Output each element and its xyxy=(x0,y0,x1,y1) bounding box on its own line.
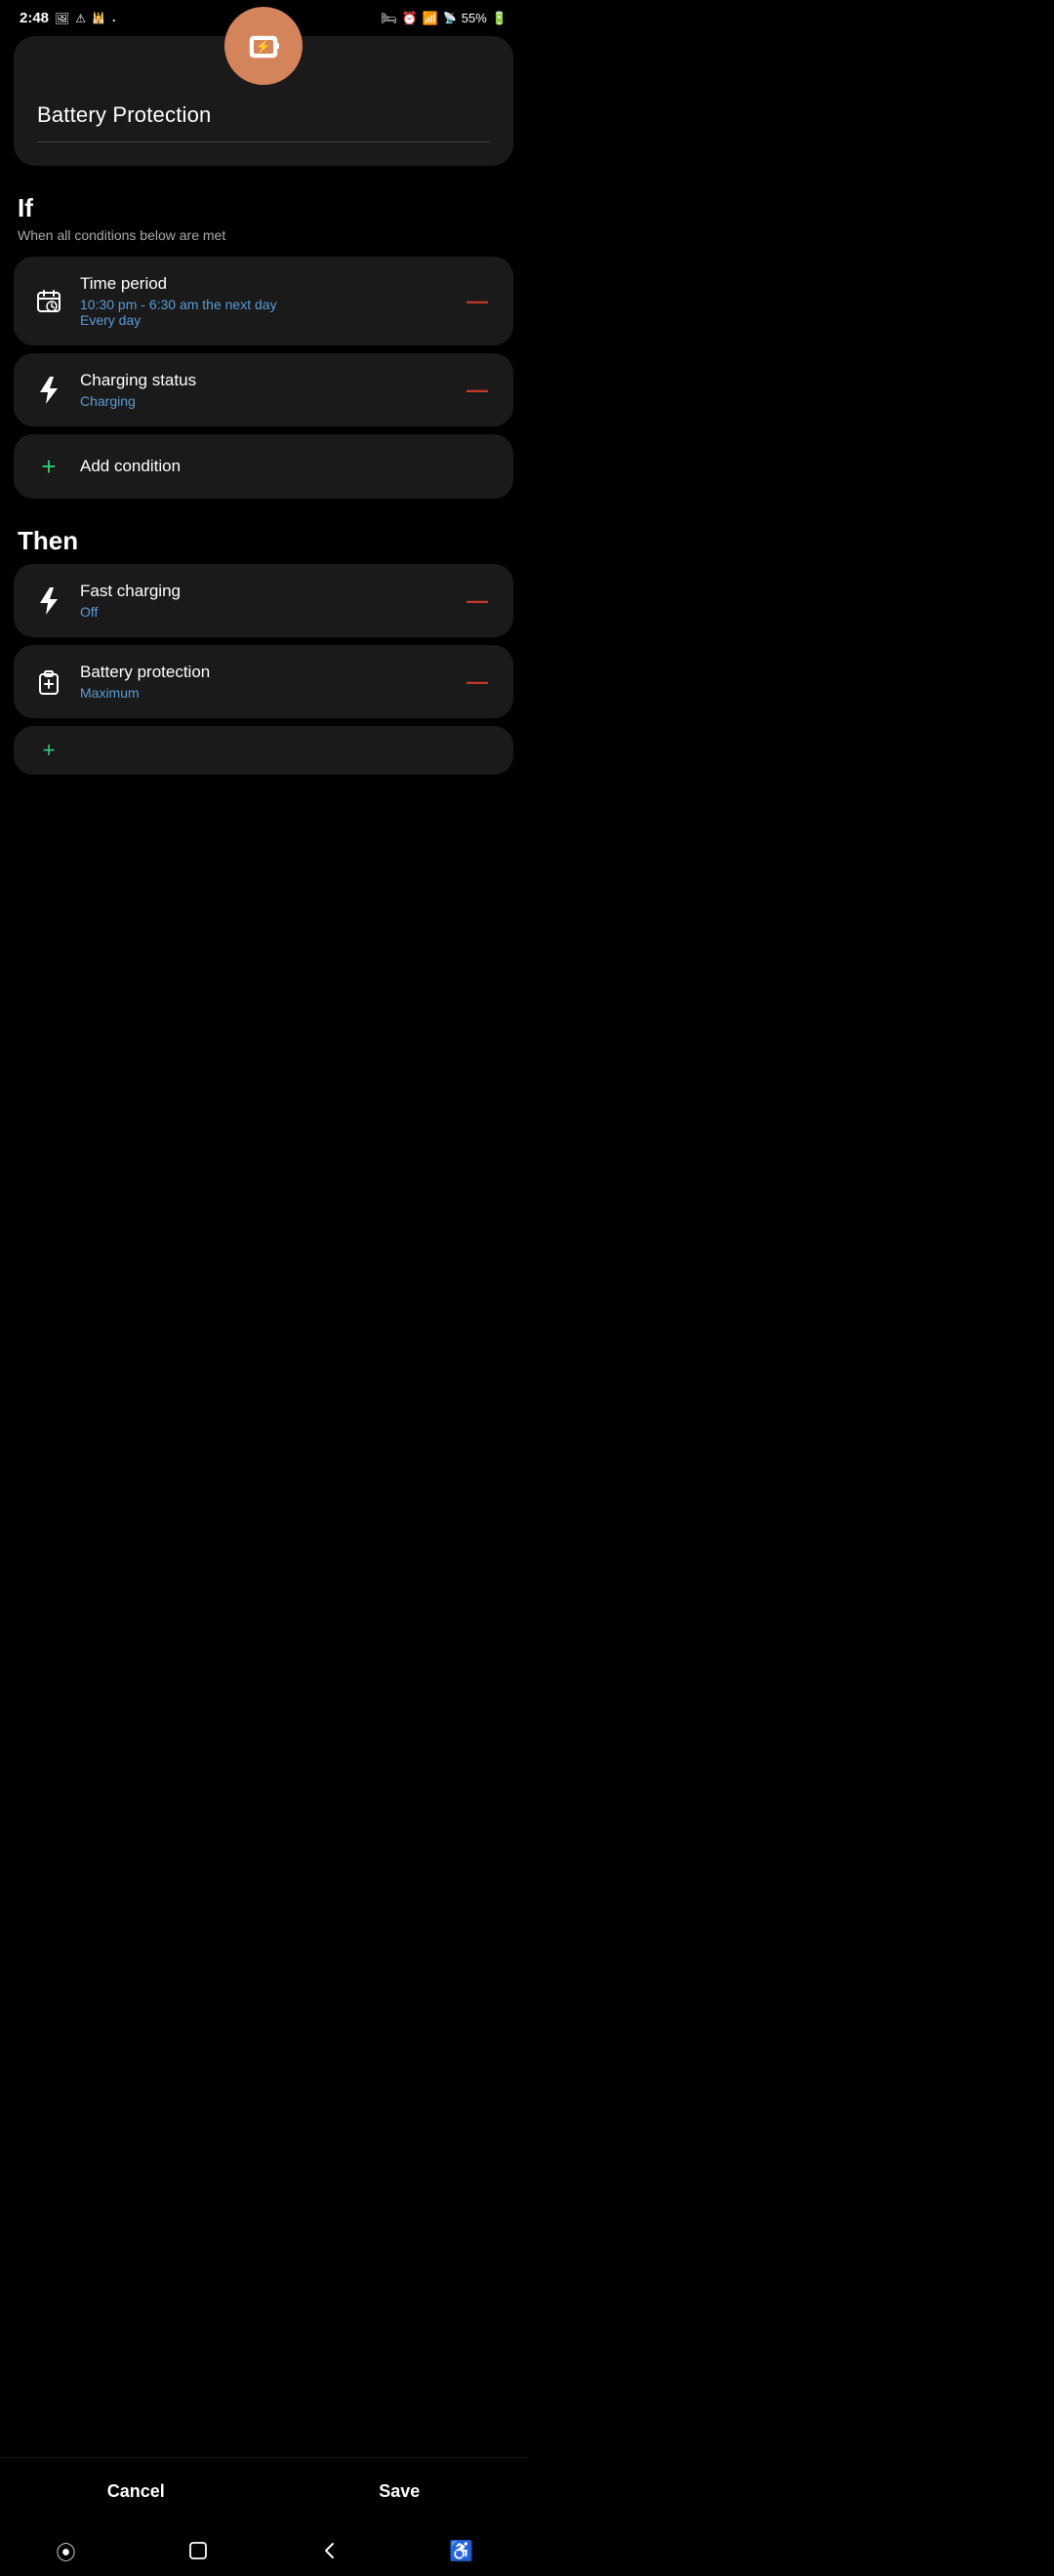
calendar-clock-icon xyxy=(33,289,64,314)
battery-protection-content: Battery protection Maximum xyxy=(80,663,445,701)
back-icon xyxy=(319,2540,341,2561)
time-period-condition[interactable]: Time period 10:30 pm - 6:30 am the next … xyxy=(14,257,513,345)
fast-charging-title: Fast charging xyxy=(80,582,445,601)
charging-status-title: Charging status xyxy=(80,371,445,390)
battery-icon-circle: ⚡ xyxy=(224,7,303,85)
home-button[interactable] xyxy=(174,2531,223,2570)
time-period-value: 10:30 pm - 6:30 am the next day Every da… xyxy=(80,297,445,328)
add-condition-row[interactable]: + Add condition xyxy=(14,434,513,499)
battery-header-icon: ⚡ xyxy=(244,26,283,65)
charging-status-content: Charging status Charging xyxy=(80,371,445,409)
back-button[interactable] xyxy=(305,2531,354,2570)
partial-add-icon: + xyxy=(33,740,64,761)
battery-protect-action-icon xyxy=(33,668,64,696)
time-period-content: Time period 10:30 pm - 6:30 am the next … xyxy=(80,274,445,328)
recent-apps-icon: ⦿ xyxy=(57,2537,76,2565)
fast-charging-content: Fast charging Off xyxy=(80,582,445,620)
svg-text:⚡: ⚡ xyxy=(256,39,271,55)
bottom-action-bar: Cancel Save xyxy=(0,2457,527,2525)
battery-protection-remove-button[interactable]: — xyxy=(461,667,494,697)
if-section-sublabel: When all conditions below are met xyxy=(18,227,509,243)
fast-charging-action[interactable]: Fast charging Off — xyxy=(14,564,513,637)
accessibility-icon: ♿ xyxy=(449,2539,473,2563)
battery-protection-title: Battery protection xyxy=(80,663,445,682)
charging-status-value: Charging xyxy=(80,393,445,409)
charging-status-remove-button[interactable]: — xyxy=(461,376,494,405)
add-condition-label: Add condition xyxy=(80,457,181,476)
if-section-label: If xyxy=(18,193,509,223)
time-period-title: Time period xyxy=(80,274,445,294)
bolt-condition-icon xyxy=(33,377,64,404)
accessibility-button[interactable]: ♿ xyxy=(437,2531,486,2570)
partial-row: + xyxy=(14,726,513,775)
battery-status-icon: 🔋 xyxy=(492,11,507,26)
fast-charging-value: Off xyxy=(80,604,445,620)
home-icon xyxy=(187,2540,209,2561)
time-period-remove-button[interactable]: — xyxy=(461,287,494,316)
recent-apps-button[interactable]: ⦿ xyxy=(42,2531,91,2570)
header-icon-wrap: ⚡ xyxy=(37,7,490,85)
fast-charging-remove-button[interactable]: — xyxy=(461,586,494,616)
nav-bar: ⦿ ♿ xyxy=(0,2525,527,2576)
fast-charging-icon xyxy=(33,587,64,615)
save-button[interactable]: Save xyxy=(320,2472,478,2512)
battery-protection-action[interactable]: Battery protection Maximum — xyxy=(14,645,513,718)
cancel-button[interactable]: Cancel xyxy=(49,2472,223,2512)
charging-status-condition[interactable]: Charging status Charging — xyxy=(14,353,513,426)
header-title: Battery Protection xyxy=(37,102,490,142)
add-condition-icon: + xyxy=(33,454,64,479)
battery-protection-value: Maximum xyxy=(80,685,445,701)
header-card: ⚡ Battery Protection xyxy=(14,36,513,166)
then-section-label: Then xyxy=(18,526,509,556)
